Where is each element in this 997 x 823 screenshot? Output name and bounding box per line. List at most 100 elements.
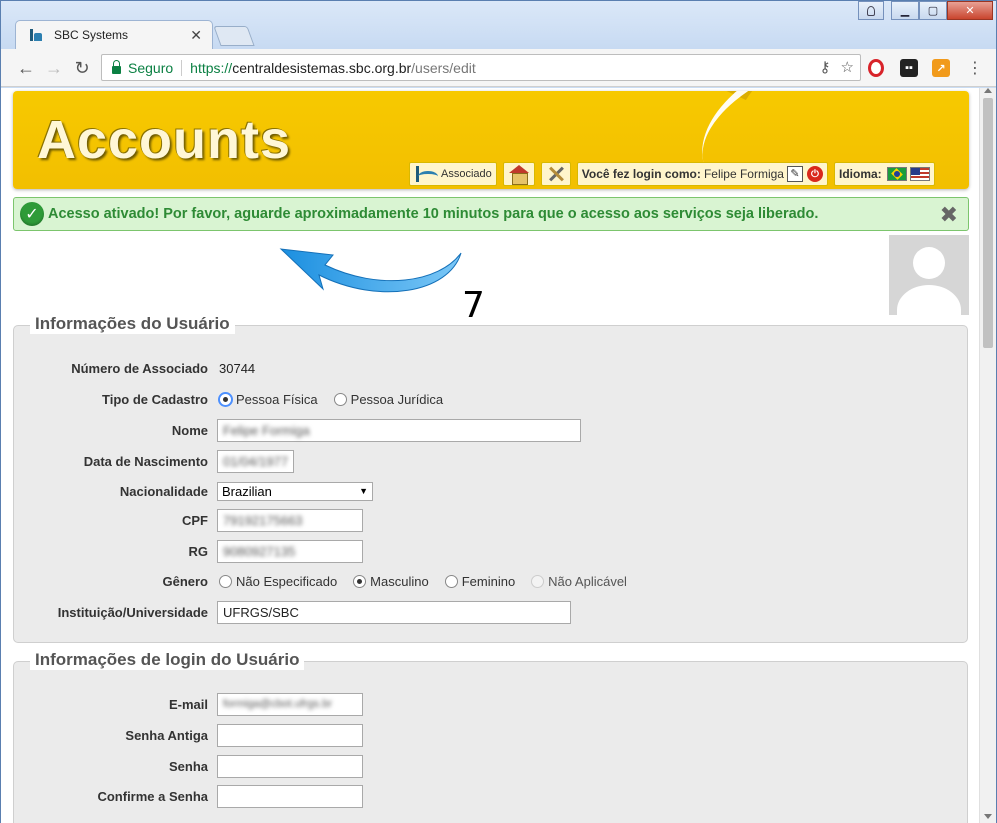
institution-label: Instituição/Universidade [57, 604, 208, 620]
browser-toolbar: ← → ↻ Seguro https:// centraldesistemas.… [1, 49, 996, 87]
name-label: Nome [171, 422, 208, 438]
radio-nao-aplicavel[interactable]: Não Aplicável [531, 574, 627, 589]
tools-button[interactable] [540, 162, 571, 186]
chart-extension-icon[interactable]: ↗ [932, 59, 950, 77]
checkmark-icon: ✓ [20, 202, 44, 226]
user-info-section: Informações do Usuário Número de Associa… [13, 314, 968, 643]
birth-date-input[interactable]: 01/04/1977 [217, 449, 294, 473]
rg-label: RG [188, 543, 209, 559]
user-info-legend: Informações do Usuário [30, 314, 235, 334]
old-password-input[interactable] [217, 723, 363, 747]
maximize-icon[interactable]: ▢ [919, 1, 947, 20]
birth-date-label: Data de Nascimento [83, 453, 208, 469]
email-label: E-mail [168, 696, 208, 712]
address-bar[interactable]: Seguro https:// centraldesistemas.sbc.or… [101, 54, 861, 81]
home-icon [508, 165, 530, 185]
lock-icon [112, 59, 121, 74]
scroll-thumb[interactable] [983, 98, 993, 348]
password-row: Senha [14, 754, 967, 778]
rg-row: RG 9080927135 [14, 539, 967, 563]
scroll-down-icon[interactable] [984, 814, 992, 819]
extension-icon[interactable]: ▪▪ [900, 59, 918, 77]
banner-title: Accounts [37, 110, 292, 170]
browser-tab[interactable]: SBC Systems ✕ [15, 20, 213, 49]
sbc-favicon-icon [28, 27, 44, 43]
radio-masculino[interactable]: Masculino [353, 574, 429, 589]
page-content: Accounts Associado Você fez login como: … [1, 88, 979, 823]
window-controls: ▁ ▢ ✕ [891, 1, 993, 21]
browser-window: SBC Systems ✕ ▁ ▢ ✕ ← → ↻ Seguro https:/… [0, 0, 997, 823]
gender-row: Gênero Não Especificado Masculino Femini… [14, 569, 967, 593]
member-number-label: Número de Associado [71, 360, 208, 376]
email-row: E-mail formiga@cbot.ufrgs.br [14, 692, 967, 716]
old-password-label: Senha Antiga [125, 727, 208, 743]
tab-close-icon[interactable]: ✕ [190, 27, 202, 44]
rg-input[interactable]: 9080927135 [217, 539, 363, 563]
bookmark-star-icon[interactable]: ☆ [841, 58, 854, 76]
radio-nao-especificado[interactable]: Não Especificado [219, 574, 337, 589]
cpf-label: CPF [182, 512, 208, 528]
secure-label: Seguro [128, 59, 174, 76]
cpf-input[interactable]: 79192175663 [217, 508, 363, 532]
member-number-value: 30744 [219, 360, 256, 376]
forward-arrow-icon[interactable]: → [42, 56, 66, 80]
dropdown-caret-icon: ▼ [359, 486, 368, 496]
usa-flag-icon[interactable] [909, 167, 930, 181]
login-info-legend: Informações de login do Usuário [30, 650, 305, 670]
nationality-select[interactable]: Brazilian ▼ [217, 481, 373, 501]
radio-pessoa-fisica[interactable]: Pessoa Física [219, 392, 318, 407]
home-button[interactable] [502, 162, 535, 186]
confirm-password-label: Confirme a Senha [97, 788, 208, 804]
edit-profile-icon[interactable]: ✎ [786, 166, 803, 182]
banner-toolbar: Associado Você fez login como: Felipe Fo… [409, 161, 935, 187]
login-prefix: Você fez login como: [581, 167, 701, 181]
login-info-section: Informações de login do Usuário E-mail f… [13, 650, 968, 823]
member-number-row: Número de Associado 30744 [14, 356, 967, 380]
birth-date-row: Data de Nascimento 01/04/1977 [14, 449, 967, 473]
confirm-password-row: Confirme a Senha [14, 784, 967, 808]
minimize-icon[interactable]: ▁ [891, 1, 919, 20]
annotation-arrow-icon [279, 248, 462, 293]
registration-type-label: Tipo de Cadastro [102, 391, 208, 407]
accounts-banner: Accounts Associado Você fez login como: … [13, 91, 969, 189]
new-tab-button[interactable] [213, 26, 255, 46]
language-box: Idioma: [833, 162, 935, 186]
opera-extension-icon[interactable] [868, 59, 884, 77]
registration-type-row: Tipo de Cadastro Pessoa Física Pessoa Ju… [14, 387, 967, 411]
login-info-box: Você fez login como: Felipe Formiga ✎ ⏻ [576, 162, 828, 186]
tools-icon [546, 165, 566, 183]
logged-user-name: Felipe Formiga [703, 167, 784, 181]
back-arrow-icon[interactable]: ← [14, 56, 38, 80]
name-row: Nome Felipe Formiga [14, 418, 967, 442]
brazil-flag-icon[interactable] [886, 167, 907, 181]
url-host: centraldesistemas.sbc.org.br [232, 59, 412, 76]
key-icon[interactable]: ⚷ [820, 58, 831, 76]
tab-title: SBC Systems [54, 28, 129, 42]
name-input[interactable]: Felipe Formiga [217, 418, 581, 442]
reload-icon[interactable]: ↻ [70, 56, 94, 80]
url-path: /users/edit [411, 59, 476, 76]
institution-input[interactable]: UFRGS/SBC [217, 600, 571, 624]
password-input[interactable] [217, 754, 363, 778]
menu-dots-icon[interactable]: ⋮ [963, 56, 987, 80]
close-message-icon[interactable]: ✖ [940, 202, 958, 228]
title-bar: SBC Systems ✕ ▁ ▢ ✕ [1, 1, 996, 49]
user-avatar[interactable] [889, 235, 969, 315]
email-input[interactable]: formiga@cbot.ufrgs.br [217, 692, 363, 716]
window-close-icon[interactable]: ✕ [947, 1, 993, 20]
nationality-row: Nacionalidade Brazilian ▼ [14, 479, 967, 503]
success-message-text: Acesso ativado! Por favor, aguarde aprox… [48, 206, 819, 222]
institution-row: Instituição/Universidade UFRGS/SBC [14, 600, 967, 624]
radio-pessoa-juridica[interactable]: Pessoa Jurídica [333, 392, 443, 407]
profile-icon[interactable] [858, 1, 884, 20]
confirm-password-input[interactable] [217, 784, 363, 808]
page-scrollbar[interactable] [979, 88, 996, 823]
radio-feminino[interactable]: Feminino [444, 574, 515, 589]
annotation-number: 7 [462, 285, 485, 326]
associado-label: Associado [441, 168, 492, 180]
logout-icon[interactable]: ⏻ [806, 166, 823, 182]
scroll-up-icon[interactable] [984, 88, 992, 93]
nationality-label: Nacionalidade [119, 483, 208, 499]
associado-button[interactable]: Associado [409, 162, 497, 186]
cpf-row: CPF 79192175663 [14, 508, 967, 532]
